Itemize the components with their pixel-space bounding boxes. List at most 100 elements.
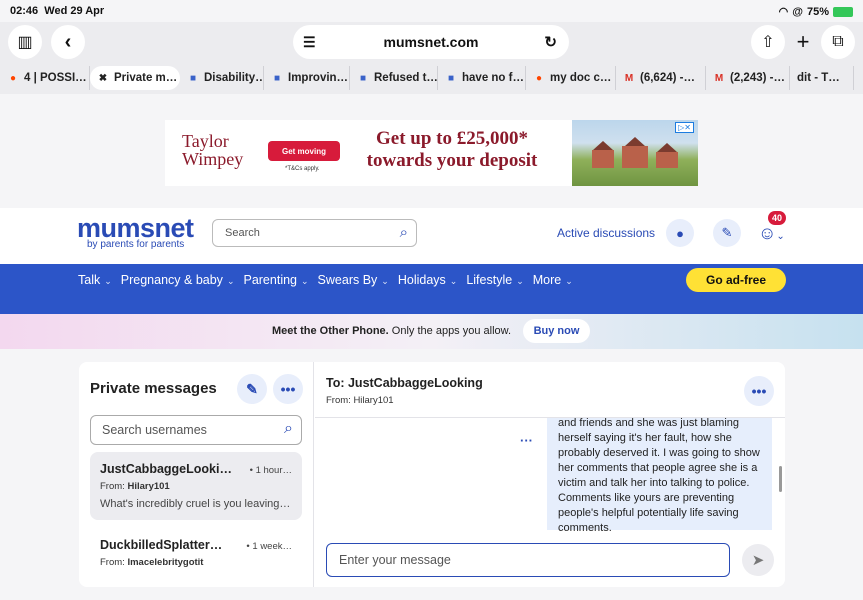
- tab-label: my doc c…: [550, 72, 612, 84]
- tab-label: Improvin…: [288, 72, 349, 84]
- promo-text: Meet the Other Phone. Only the apps you …: [272, 325, 512, 337]
- conversation-name: DuckbilledSplatter…: [100, 538, 223, 552]
- battery-icon: [833, 6, 853, 17]
- message-thread[interactable]: ··· and friends and she was just blaming…: [315, 417, 785, 533]
- site-icon: ■: [359, 72, 367, 84]
- nav-item[interactable]: Lifestyle ⌄: [466, 273, 523, 287]
- nav-item-label: Talk: [78, 273, 101, 287]
- search-icon[interactable]: ⌕: [284, 420, 293, 438]
- chevron-down-icon: ⌄: [516, 276, 524, 286]
- ad-brand-logo: Taylor Wimpey: [182, 131, 244, 169]
- go-ad-free-button[interactable]: Go ad-free: [686, 268, 786, 292]
- browser-tab[interactable]: ■ have no f…: [438, 66, 526, 90]
- tab-strip: ● 4 | POSSI… ✖ Private m… ■ Disability… ■ Impro…: [0, 66, 863, 90]
- send-button[interactable]: ➤: [742, 544, 774, 576]
- nav-item-label: Swears By: [317, 273, 378, 287]
- nav-item-label: Lifestyle: [466, 273, 513, 287]
- nav-items: Talk ⌄ Pregnancy & baby ⌄ Parenting ⌄ Swears B…: [78, 273, 582, 287]
- nav-item[interactable]: More ⌄: [533, 273, 573, 287]
- message-input[interactable]: Enter your message: [326, 543, 730, 577]
- conversation-from: From: Imacelebritygotit: [100, 557, 204, 568]
- close-icon[interactable]: ✖: [97, 72, 109, 84]
- back-button[interactable]: ‹: [51, 25, 85, 59]
- search-icon[interactable]: ⌕: [400, 224, 408, 241]
- gmail-icon: M: [714, 72, 724, 84]
- chat-icon[interactable]: ●: [666, 219, 694, 247]
- tab-label: Disability…: [204, 72, 264, 84]
- nav-item[interactable]: Holidays ⌄: [398, 273, 457, 287]
- buy-now-button[interactable]: Buy now: [523, 319, 590, 343]
- promo-banner: Meet the Other Phone. Only the apps you …: [0, 314, 863, 349]
- gmail-icon: M: [624, 72, 634, 84]
- browser-tab[interactable]: ■ Refused t…: [350, 66, 438, 90]
- browser-chrome: ▥ ‹ ☰ mumsnet.com ↻ ⇧ + ⧉ ● 4 | POSSI… ✖ Pr…: [0, 22, 863, 94]
- site-icon: ■: [273, 72, 281, 84]
- thread-sender: From: Hilary101: [326, 395, 394, 406]
- nav-item[interactable]: Swears By ⌄: [318, 273, 389, 287]
- thread-options-button[interactable]: •••: [744, 376, 774, 406]
- nav-item[interactable]: Talk ⌄: [78, 273, 112, 287]
- nav-item[interactable]: Parenting ⌄: [243, 273, 308, 287]
- tabs-icon: ⧉: [832, 33, 844, 50]
- user-account-icon[interactable]: ☺⌄: [758, 223, 785, 244]
- browser-tab[interactable]: ● my doc c…: [526, 66, 616, 90]
- more-options-button[interactable]: •••: [273, 374, 303, 404]
- nav-item-label: Parenting: [243, 273, 297, 287]
- new-message-button[interactable]: ✎: [237, 374, 267, 404]
- main-nav: Talk ⌄ Pregnancy & baby ⌄ Parenting ⌄ Swears B…: [0, 264, 863, 314]
- site-icon: ■: [189, 72, 197, 84]
- compose-icon[interactable]: ✎: [713, 219, 741, 247]
- browser-tab[interactable]: ■ Disability…: [180, 66, 264, 90]
- ellipsis-icon: •••: [280, 381, 296, 397]
- tab-label: dit - T…: [797, 72, 840, 84]
- browser-tab[interactable]: dit - T…: [790, 66, 854, 90]
- message-options-icon[interactable]: ···: [520, 433, 533, 448]
- thread-scrollbar[interactable]: [779, 466, 782, 492]
- conversation-from: From: Hilary101: [100, 481, 170, 492]
- compose-icon: ✎: [246, 380, 258, 397]
- nav-item[interactable]: Pregnancy & baby ⌄: [121, 273, 235, 287]
- chevron-down-icon: ⌄: [301, 276, 309, 286]
- share-button[interactable]: ⇧: [751, 25, 785, 59]
- tab-label: 4 | POSSI…: [24, 72, 87, 84]
- site-header: mumsnet by parents for parents Search ⌕ …: [0, 208, 863, 264]
- browser-tab[interactable]: ● 4 | POSSI…: [0, 66, 90, 90]
- message-bubble: and friends and she was just blaming her…: [547, 418, 772, 533]
- search-usernames-placeholder: Search usernames: [102, 423, 207, 437]
- url-text: mumsnet.com: [383, 34, 479, 50]
- ad-area: Taylor Wimpey Get moving *T&Cs apply. Ge…: [0, 94, 863, 208]
- conversation-item[interactable]: DuckbilledSplatter… • 1 week… From: Imac…: [90, 528, 302, 578]
- page-menu-icon[interactable]: ☰: [303, 34, 316, 51]
- share-icon: ⇧: [761, 34, 775, 51]
- active-discussions-link[interactable]: Active discussions: [557, 226, 655, 240]
- tab-label: Refused t…: [374, 72, 438, 84]
- ad-terms: *T&Cs apply.: [285, 166, 320, 172]
- browser-tab[interactable]: M (6,624) -…: [616, 66, 706, 90]
- conversation-name: JustCabbaggeLooki…: [100, 462, 232, 476]
- sidebar-toggle-button[interactable]: ▥: [8, 25, 42, 59]
- reload-icon[interactable]: ↻: [544, 33, 557, 51]
- conversation-preview: What's incredibly cruel is you leaving…: [100, 498, 291, 510]
- tab-overview-button[interactable]: ⧉: [821, 25, 855, 59]
- advert-banner[interactable]: Taylor Wimpey Get moving *T&Cs apply. Ge…: [165, 120, 698, 186]
- tab-label: (2,243) -…: [730, 72, 785, 84]
- address-bar[interactable]: ☰ mumsnet.com ↻: [293, 25, 569, 59]
- browser-tab[interactable]: ■ Improvin…: [264, 66, 350, 90]
- new-tab-button[interactable]: +: [786, 25, 820, 59]
- chevron-down-icon: ⌄: [104, 276, 112, 286]
- reddit-icon: ●: [9, 72, 17, 84]
- plus-icon: +: [796, 29, 810, 54]
- nav-item-label: Holidays: [397, 273, 446, 287]
- chevron-down-icon: ⌄: [226, 276, 235, 286]
- browser-tab[interactable]: ✖ Private m…: [90, 66, 180, 90]
- notification-badge: 40: [768, 211, 786, 225]
- status-indicators: ◠ @ 75%: [779, 5, 853, 18]
- chevron-down-icon: ⌄: [381, 276, 389, 286]
- adchoices-icon[interactable]: ▷✕: [675, 122, 694, 133]
- thread-recipient: To: JustCabbaggeLooking: [326, 376, 483, 390]
- ad-cta-button[interactable]: Get moving: [268, 141, 340, 161]
- browser-tab[interactable]: M (2,243) -…: [706, 66, 790, 90]
- conversation-item[interactable]: JustCabbaggeLooki… • 1 hour… From: Hilar…: [90, 452, 302, 520]
- search-usernames-input[interactable]: Search usernames ⌕: [90, 415, 302, 445]
- site-search-input[interactable]: Search ⌕: [212, 219, 417, 247]
